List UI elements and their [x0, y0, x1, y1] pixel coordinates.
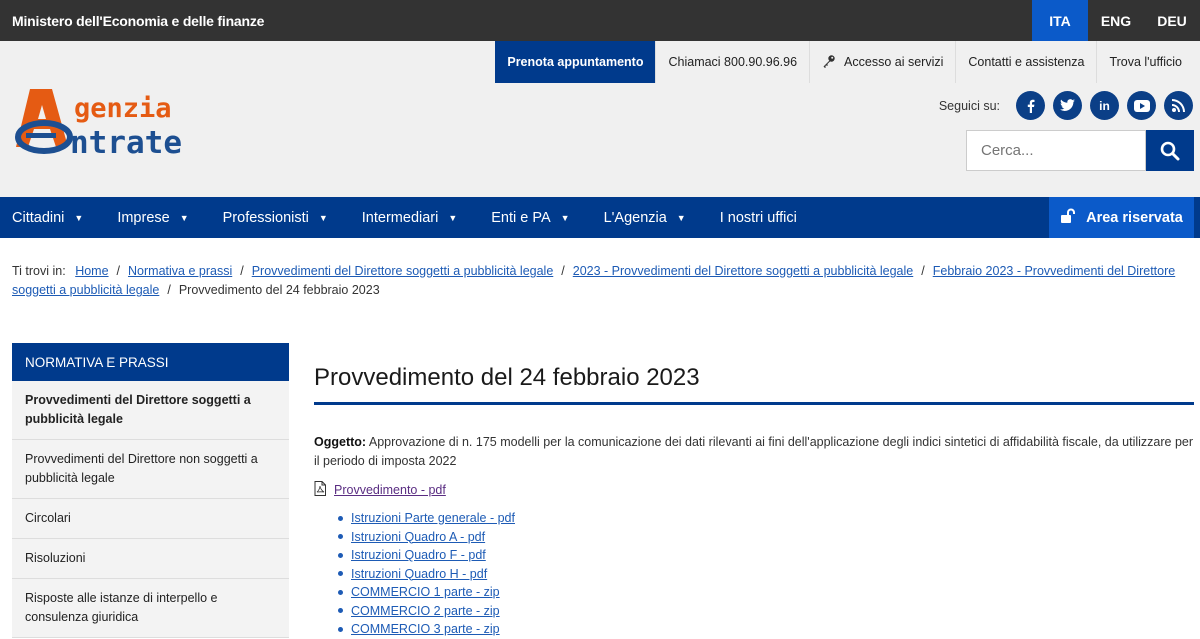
subject-text: Approvazione di n. 175 modelli per la co… — [314, 435, 1194, 468]
nav-label: Professionisti — [222, 209, 309, 226]
language-switcher: ITA ENG DEU — [1032, 0, 1200, 41]
facebook-icon[interactable] — [1016, 91, 1045, 120]
breadcrumb-home[interactable]: Home — [75, 264, 108, 278]
ministry-link[interactable]: Ministero dell'Economia e delle finanze — [0, 13, 264, 29]
nav-label: Cittadini — [12, 209, 65, 226]
search-box — [966, 130, 1194, 171]
list-item: Istruzioni Parte generale - pdf — [338, 509, 1194, 528]
breadcrumb-separator: / — [921, 264, 925, 278]
youtube-icon[interactable] — [1127, 91, 1156, 120]
search-button[interactable] — [1146, 130, 1194, 171]
breadcrumb-separator: / — [167, 283, 171, 297]
lang-eng[interactable]: ENG — [1088, 0, 1144, 41]
contacts-link[interactable]: Contatti e assistenza — [955, 41, 1096, 83]
nav-label: Intermediari — [361, 209, 439, 226]
caret-down-icon: ▼ — [560, 212, 570, 223]
breadcrumb-separator: / — [240, 264, 244, 278]
booking-link[interactable]: Prenota appuntamento — [495, 41, 656, 83]
sidebar: NORMATIVA E PRASSI Provvedimenti del Dir… — [12, 343, 289, 638]
list-item: Istruzioni Quadro A - pdf — [338, 528, 1194, 547]
attachment-link[interactable]: COMMERCIO 2 parte - zip — [351, 602, 500, 621]
sidebar-item-provvedimenti-non-legale[interactable]: Provvedimenti del Direttore non soggetti… — [12, 440, 289, 499]
utility-bar: Prenota appuntamento Chiamaci 800.90.96.… — [495, 41, 1194, 83]
main-nav: Cittadini ▼ Imprese ▼ Professionisti ▼ Inte… — [0, 197, 1200, 238]
subject-label: Oggetto: — [314, 435, 367, 449]
nav-label: Imprese — [117, 209, 170, 226]
unlock-icon — [1060, 208, 1076, 228]
reserved-area-label: Area riservata — [1086, 209, 1183, 226]
search-input[interactable] — [966, 130, 1146, 171]
nav-uffici[interactable]: I nostri uffici — [708, 210, 797, 226]
list-item: COMMERCIO 3 parte - zip — [338, 620, 1194, 639]
page-title: Provvedimento del 24 febbraio 2023 — [314, 364, 1194, 405]
key-icon — [822, 54, 836, 71]
main-content: Provvedimento del 24 febbraio 2023 Ogget… — [314, 364, 1194, 639]
provvedimento-pdf-link[interactable]: Provvedimento - pdf — [334, 483, 446, 497]
breadcrumb-normativa[interactable]: Normativa e prassi — [128, 264, 232, 278]
list-item: Istruzioni Quadro H - pdf — [338, 565, 1194, 584]
breadcrumb-2023[interactable]: 2023 - Provvedimenti del Direttore sogge… — [573, 264, 913, 278]
sidebar-item-interpello[interactable]: Risposte alle istanze di interpello e co… — [12, 579, 289, 638]
nav-label: I nostri uffici — [719, 209, 797, 226]
rss-icon[interactable] — [1164, 91, 1193, 120]
breadcrumb: Ti trovi in: Home / Normativa e prassi / Pro… — [12, 262, 1192, 300]
attachment-link[interactable]: Istruzioni Quadro A - pdf — [351, 528, 485, 547]
find-office-link[interactable]: Trova l'ufficio — [1096, 41, 1194, 83]
list-item: Istruzioni Quadro F - pdf — [338, 546, 1194, 565]
lang-ita[interactable]: ITA — [1032, 0, 1088, 41]
social-label: Seguici su: — [938, 98, 1000, 113]
reserved-area-button[interactable]: Area riservata — [1049, 197, 1194, 238]
search-icon — [1160, 141, 1180, 160]
attachment-link[interactable]: COMMERCIO 3 parte - zip — [351, 620, 500, 639]
nav-cittadini[interactable]: Cittadini ▼ — [0, 210, 83, 226]
attachment-link[interactable]: Istruzioni Parte generale - pdf — [351, 509, 515, 528]
breadcrumb-current: Provvedimento del 24 febbraio 2023 — [178, 283, 380, 297]
nav-label: Enti e PA — [491, 209, 551, 226]
list-item: COMMERCIO 1 parte - zip — [338, 583, 1194, 602]
subject-paragraph: Oggetto: Approvazione di n. 175 modelli … — [314, 433, 1194, 471]
site-header: Prenota appuntamento Chiamaci 800.90.96.… — [0, 41, 1200, 197]
lang-deu[interactable]: DEU — [1144, 0, 1200, 41]
attachment-link[interactable]: COMMERCIO 1 parte - zip — [351, 583, 500, 602]
sidebar-item-risoluzioni[interactable]: Risoluzioni — [12, 539, 289, 579]
logo-text-entrate: ntrate — [70, 125, 182, 161]
caret-down-icon: ▼ — [74, 212, 84, 223]
attachment-link[interactable]: Istruzioni Quadro H - pdf — [351, 565, 487, 584]
nav-label: L'Agenzia — [603, 209, 667, 226]
sidebar-item-circolari[interactable]: Circolari — [12, 499, 289, 539]
call-link[interactable]: Chiamaci 800.90.96.96 — [655, 41, 809, 83]
caret-down-icon: ▼ — [676, 212, 686, 223]
nav-imprese[interactable]: Imprese ▼ — [105, 210, 188, 226]
caret-down-icon: ▼ — [179, 212, 189, 223]
top-bar: Ministero dell'Economia e delle finanze … — [0, 0, 1200, 41]
logo-text-agenzia: genzia — [74, 93, 172, 124]
breadcrumb-prefix: Ti trovi in: — [12, 264, 66, 278]
caret-down-icon: ▼ — [448, 212, 458, 223]
agenzia-entrate-logo[interactable]: genzia ntrate — [12, 81, 232, 161]
breadcrumb-separator: / — [561, 264, 565, 278]
attachments-list: Istruzioni Parte generale - pdf Istruzio… — [314, 509, 1194, 639]
twitter-icon[interactable] — [1053, 91, 1082, 120]
nav-enti-pa[interactable]: Enti e PA ▼ — [479, 210, 569, 226]
sidebar-title: NORMATIVA E PRASSI — [12, 343, 289, 381]
linkedin-icon[interactable]: in — [1090, 91, 1119, 120]
pdf-file-icon — [314, 481, 326, 499]
list-item: COMMERCIO 2 parte - zip — [338, 602, 1194, 621]
social-links: Seguici su: in — [939, 91, 1193, 120]
breadcrumb-provvedimenti[interactable]: Provvedimenti del Direttore soggetti a p… — [252, 264, 554, 278]
main-pdf-download: Provvedimento - pdf — [314, 481, 1194, 499]
attachment-link[interactable]: Istruzioni Quadro F - pdf — [351, 546, 486, 565]
caret-down-icon: ▼ — [318, 212, 328, 223]
nav-intermediari[interactable]: Intermediari ▼ — [350, 210, 457, 226]
nav-agenzia[interactable]: L'Agenzia ▼ — [592, 210, 686, 226]
services-access-link[interactable]: Accesso ai servizi — [809, 41, 955, 83]
services-access-label: Accesso ai servizi — [844, 55, 944, 69]
sidebar-item-provvedimenti-legale[interactable]: Provvedimenti del Direttore soggetti a p… — [12, 381, 289, 440]
nav-professionisti[interactable]: Professionisti ▼ — [211, 210, 328, 226]
breadcrumb-separator: / — [116, 264, 121, 278]
